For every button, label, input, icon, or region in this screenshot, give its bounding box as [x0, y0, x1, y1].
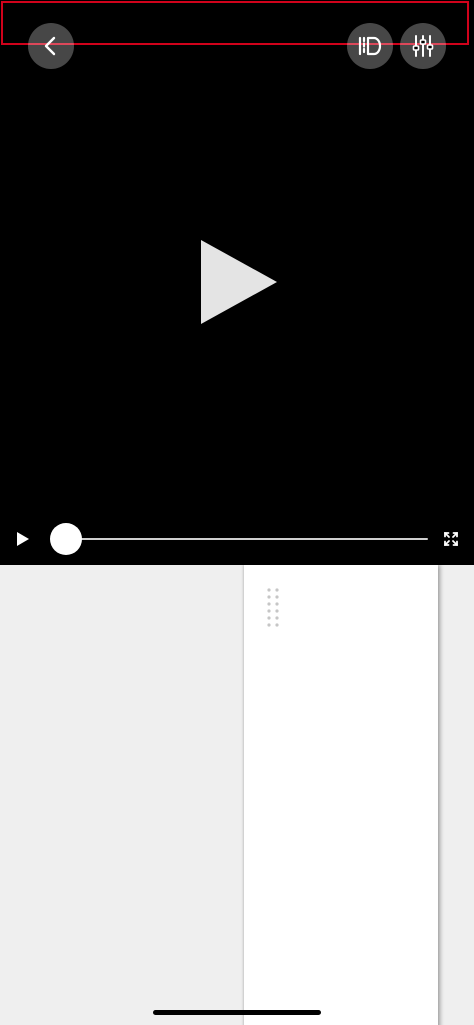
back-button[interactable]	[28, 23, 74, 69]
video-screen	[0, 0, 474, 1025]
chevron-left-icon	[44, 36, 56, 56]
video-player[interactable]	[0, 0, 474, 565]
content-area	[0, 565, 474, 1025]
expand-icon[interactable]	[443, 531, 459, 547]
adjust-button[interactable]	[400, 23, 446, 69]
seek-thumb[interactable]	[50, 523, 82, 555]
mirror-button[interactable]	[347, 23, 393, 69]
sliders-icon	[412, 35, 434, 57]
home-indicator	[153, 1010, 321, 1015]
seek-bar[interactable]	[66, 538, 428, 540]
mirror-flip-icon	[358, 36, 382, 56]
play-icon[interactable]	[15, 531, 31, 547]
play-overlay-icon[interactable]	[201, 240, 277, 324]
drag-handle-icon[interactable]	[266, 587, 280, 629]
playback-controls	[0, 518, 474, 560]
side-panel[interactable]	[244, 565, 438, 1025]
